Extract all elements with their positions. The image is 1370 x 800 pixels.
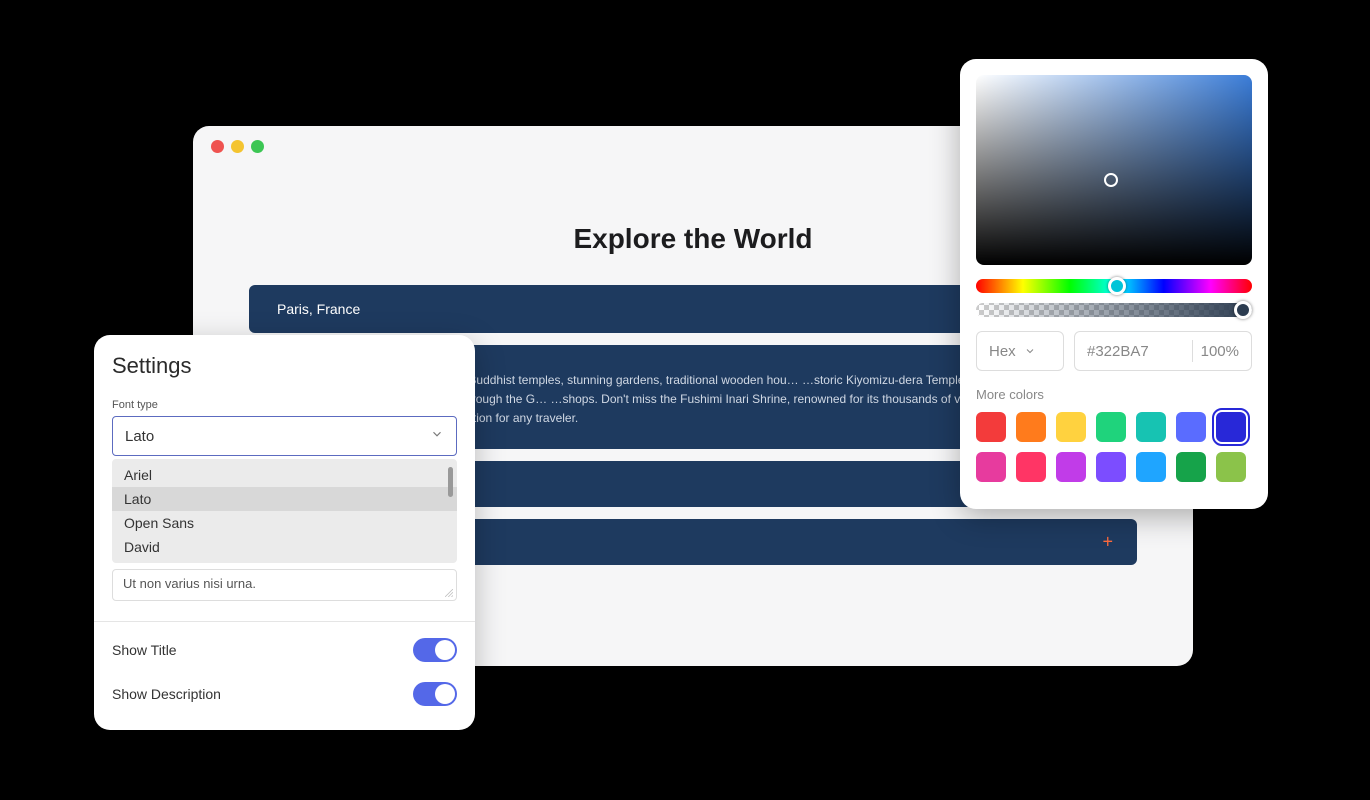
- textarea-value: Ut non varius nisi urna.: [123, 576, 256, 591]
- color-swatch[interactable]: [1176, 452, 1206, 482]
- color-swatch[interactable]: [1216, 412, 1246, 442]
- color-swatch[interactable]: [1016, 412, 1046, 442]
- alpha-cursor[interactable]: [1234, 301, 1252, 319]
- show-description-label: Show Description: [112, 686, 221, 702]
- more-colors-label: More colors: [976, 387, 1252, 402]
- separator: [1192, 340, 1193, 362]
- toggle-knob: [435, 684, 455, 704]
- settings-title: Settings: [112, 353, 457, 379]
- maximize-window-button[interactable]: [251, 140, 264, 153]
- hue-slider[interactable]: [976, 279, 1252, 293]
- saturation-picker[interactable]: [976, 75, 1252, 265]
- chevron-down-icon: [430, 427, 444, 445]
- hex-input[interactable]: #322BA7 100%: [1074, 331, 1252, 371]
- scrollbar[interactable]: [448, 467, 453, 497]
- hex-value: #322BA7: [1087, 343, 1149, 360]
- chevron-down-icon: [1024, 345, 1036, 357]
- font-dropdown: Ariel Lato Open Sans David: [112, 459, 457, 563]
- format-value: Hex: [989, 343, 1016, 360]
- show-title-toggle[interactable]: [413, 638, 457, 662]
- show-title-label: Show Title: [112, 642, 177, 658]
- color-swatch[interactable]: [1056, 412, 1086, 442]
- resize-handle-icon[interactable]: [445, 589, 453, 597]
- minimize-window-button[interactable]: [231, 140, 244, 153]
- font-option[interactable]: Ariel: [112, 463, 457, 487]
- plus-icon: +: [1102, 531, 1113, 552]
- font-option[interactable]: Lato: [112, 487, 457, 511]
- hue-cursor[interactable]: [1108, 277, 1126, 295]
- color-swatch[interactable]: [1176, 412, 1206, 442]
- color-swatch[interactable]: [1056, 452, 1086, 482]
- color-swatch[interactable]: [976, 452, 1006, 482]
- settings-panel: Settings Font type Lato Ariel Lato Open …: [94, 335, 475, 730]
- show-description-row: Show Description: [112, 682, 457, 706]
- show-title-row: Show Title: [112, 638, 457, 662]
- color-inputs: Hex #322BA7 100%: [976, 331, 1252, 371]
- show-description-toggle[interactable]: [413, 682, 457, 706]
- toggle-knob: [435, 640, 455, 660]
- color-picker-panel: Hex #322BA7 100% More colors: [960, 59, 1268, 509]
- color-swatch[interactable]: [1016, 452, 1046, 482]
- alpha-slider[interactable]: [976, 303, 1252, 317]
- font-option[interactable]: David: [112, 535, 457, 559]
- color-swatch[interactable]: [1216, 452, 1246, 482]
- description-textarea[interactable]: Ut non varius nisi urna.: [112, 569, 457, 601]
- color-swatch[interactable]: [1136, 412, 1166, 442]
- color-format-select[interactable]: Hex: [976, 331, 1064, 371]
- swatch-grid: [976, 412, 1252, 482]
- font-type-select[interactable]: Lato: [112, 416, 457, 456]
- divider: [94, 621, 475, 622]
- font-option[interactable]: Open Sans: [112, 511, 457, 535]
- color-swatch[interactable]: [1096, 412, 1126, 442]
- saturation-cursor[interactable]: [1104, 173, 1118, 187]
- font-type-label: Font type: [112, 399, 457, 411]
- close-window-button[interactable]: [211, 140, 224, 153]
- alpha-value: 100%: [1201, 343, 1239, 360]
- color-swatch[interactable]: [976, 412, 1006, 442]
- font-type-value: Lato: [125, 428, 154, 445]
- color-swatch[interactable]: [1096, 452, 1126, 482]
- color-swatch[interactable]: [1136, 452, 1166, 482]
